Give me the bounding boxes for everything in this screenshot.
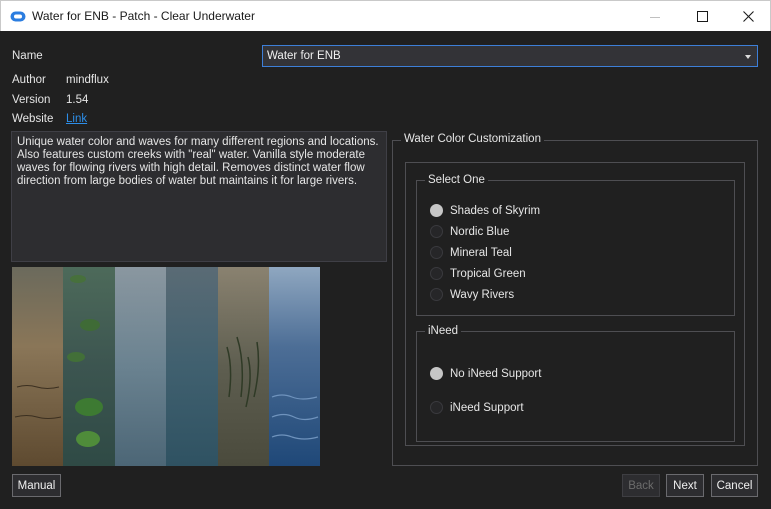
radio-indicator [430,204,443,217]
version-value: 1.54 [66,94,89,106]
radio-wavy-rivers[interactable]: Wavy Rivers [430,288,514,301]
radio-indicator [430,401,443,414]
customization-title: Water Color Customization [401,133,544,145]
minimize-button[interactable] [632,1,678,32]
radio-label: Mineral Teal [450,246,512,259]
next-button[interactable]: Next [666,474,704,497]
ineed-group [416,331,735,442]
website-link[interactable]: Link [66,113,87,125]
preview-image [12,267,320,466]
radio-label: Nordic Blue [450,225,510,238]
cancel-button[interactable]: Cancel [711,474,758,497]
radio-shades-of-skyrim[interactable]: Shades of Skyrim [430,204,540,217]
app-icon [10,11,26,22]
radio-indicator [430,367,443,380]
minimize-icon [650,16,660,18]
radio-indicator [430,225,443,238]
radio-nordic-blue[interactable]: Nordic Blue [430,225,509,238]
author-label: Author [12,74,46,86]
radio-label: Wavy Rivers [450,288,515,301]
radio-indicator [430,267,443,280]
back-button[interactable]: Back [622,474,660,497]
radio-label: No iNeed Support [450,367,542,380]
radio-indicator [430,246,443,259]
chevron-down-icon [745,55,751,59]
maximize-icon [696,11,708,22]
radio-no-ineed-support[interactable]: No iNeed Support [430,367,541,380]
close-button[interactable] [725,1,771,32]
close-icon [742,11,754,22]
radio-ineed-support[interactable]: iNeed Support [430,401,524,414]
radio-tropical-green[interactable]: Tropical Green [430,267,526,280]
ineed-title: iNeed [425,325,462,337]
radio-label: iNeed Support [450,401,524,414]
author-value: mindflux [66,74,109,86]
version-label: Version [12,94,51,106]
radio-label: Shades of Skyrim [450,204,541,217]
manual-button[interactable]: Manual [12,474,61,497]
maximize-button[interactable] [679,1,725,32]
window-title: Water for ENB - Patch - Clear Underwater [32,9,255,23]
name-label: Name [12,50,43,62]
radio-indicator [430,288,443,301]
installer-panel: Name Water for ENB Author mindflux Versi… [0,31,771,509]
website-label: Website [12,113,54,125]
radio-mineral-teal[interactable]: Mineral Teal [430,246,512,259]
description-box: Unique water color and waves for many di… [11,131,387,262]
title-bar: Water for ENB - Patch - Clear Underwater [0,0,771,31]
name-select[interactable]: Water for ENB [262,45,758,67]
radio-label: Tropical Green [450,267,526,280]
select-one-title: Select One [425,174,488,186]
name-select-value: Water for ENB [267,50,341,62]
